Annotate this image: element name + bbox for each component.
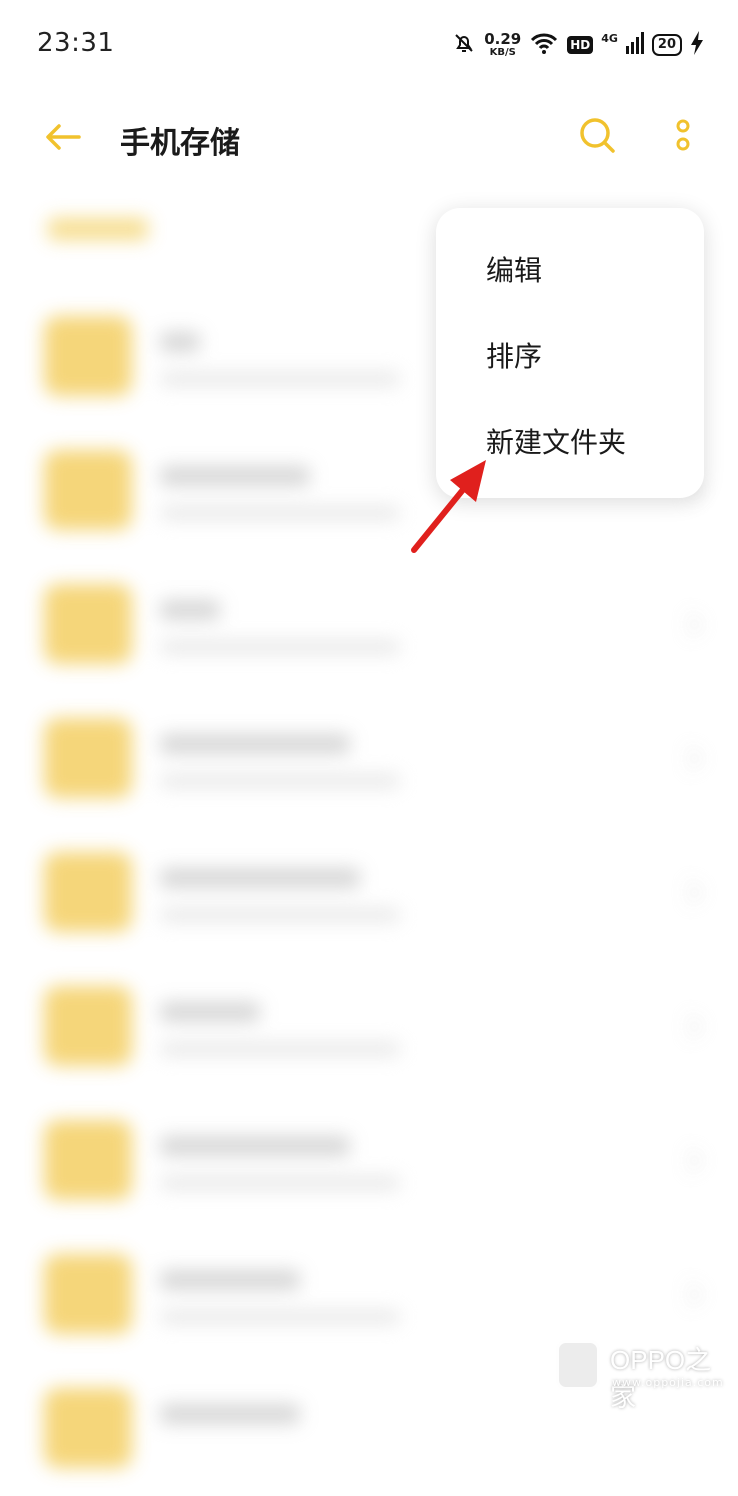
- wifi-icon: [529, 31, 559, 59]
- net-speed: 0.29 KB/S: [484, 32, 521, 58]
- annotation-arrow-icon: [411, 460, 486, 553]
- item-title-placeholder: [160, 1136, 350, 1156]
- status-bar: 23:31 0.29 KB/S HD 4G 20: [0, 0, 738, 90]
- chevron-right-icon: [677, 1014, 702, 1039]
- folder-icon: [44, 1254, 132, 1334]
- battery-level: 20: [651, 34, 682, 56]
- item-title-placeholder: [160, 734, 350, 754]
- item-title-placeholder: [160, 600, 220, 620]
- folder-icon: [44, 450, 132, 530]
- folder-icon: [44, 986, 132, 1066]
- more-vertical-icon: [675, 118, 691, 156]
- list-item[interactable]: [0, 830, 738, 960]
- item-title-placeholder: [160, 1404, 300, 1424]
- more-options-button[interactable]: [666, 114, 700, 160]
- item-subtitle-placeholder: [160, 640, 400, 654]
- item-subtitle-placeholder: [160, 1310, 400, 1324]
- menu-item-sort[interactable]: 排序: [436, 312, 704, 398]
- item-subtitle-placeholder: [160, 372, 400, 386]
- back-arrow-icon: [43, 121, 83, 157]
- signal-icon: [625, 32, 644, 58]
- folder-icon: [44, 718, 132, 798]
- search-button[interactable]: [574, 114, 620, 160]
- item-subtitle-placeholder: [160, 1042, 400, 1056]
- item-subtitle-placeholder: [160, 506, 400, 520]
- list-item[interactable]: [0, 1098, 738, 1228]
- folder-icon: [44, 852, 132, 932]
- bell-off-icon: [452, 31, 476, 59]
- chevron-right-icon: [677, 880, 702, 905]
- watermark: OPPO之家 www.oppojia.com: [556, 1338, 726, 1412]
- folder-icon: [44, 1388, 132, 1468]
- charging-icon: [690, 31, 704, 59]
- item-subtitle-placeholder: [160, 908, 400, 922]
- item-title-placeholder: [160, 868, 360, 888]
- item-subtitle-placeholder: [160, 1176, 400, 1190]
- list-item[interactable]: [0, 562, 738, 692]
- app-bar: 手机存储: [0, 92, 738, 184]
- status-icons: 0.29 KB/S HD 4G 20: [452, 28, 704, 62]
- list-item[interactable]: [0, 696, 738, 826]
- page-title: 手机存储: [120, 126, 240, 161]
- status-time: 23:31: [37, 28, 115, 58]
- net-speed-unit: KB/S: [489, 47, 516, 58]
- hd-badge: HD: [567, 36, 594, 54]
- chevron-right-icon: [677, 612, 702, 637]
- item-title-placeholder: [160, 466, 310, 486]
- chevron-right-icon: [677, 746, 702, 771]
- menu-item-edit[interactable]: 编辑: [436, 226, 704, 312]
- item-title-placeholder: [160, 332, 200, 352]
- net-speed-value: 0.29: [484, 30, 522, 48]
- folder-icon: [44, 1120, 132, 1200]
- item-title-placeholder: [160, 1270, 300, 1290]
- search-icon: [577, 115, 617, 159]
- list-item[interactable]: [0, 964, 738, 1094]
- watermark-url: www.oppojia.com: [612, 1376, 724, 1389]
- house-logo-icon: [556, 1340, 600, 1390]
- chevron-right-icon: [677, 1148, 702, 1173]
- folder-icon: [44, 584, 132, 664]
- chevron-right-icon: [677, 1282, 702, 1307]
- folder-icon: [44, 316, 132, 396]
- network-type: 4G: [601, 32, 618, 45]
- item-subtitle-placeholder: [160, 774, 400, 788]
- item-title-placeholder: [160, 1002, 260, 1022]
- back-button[interactable]: [40, 116, 86, 162]
- path-breadcrumb: [48, 218, 148, 240]
